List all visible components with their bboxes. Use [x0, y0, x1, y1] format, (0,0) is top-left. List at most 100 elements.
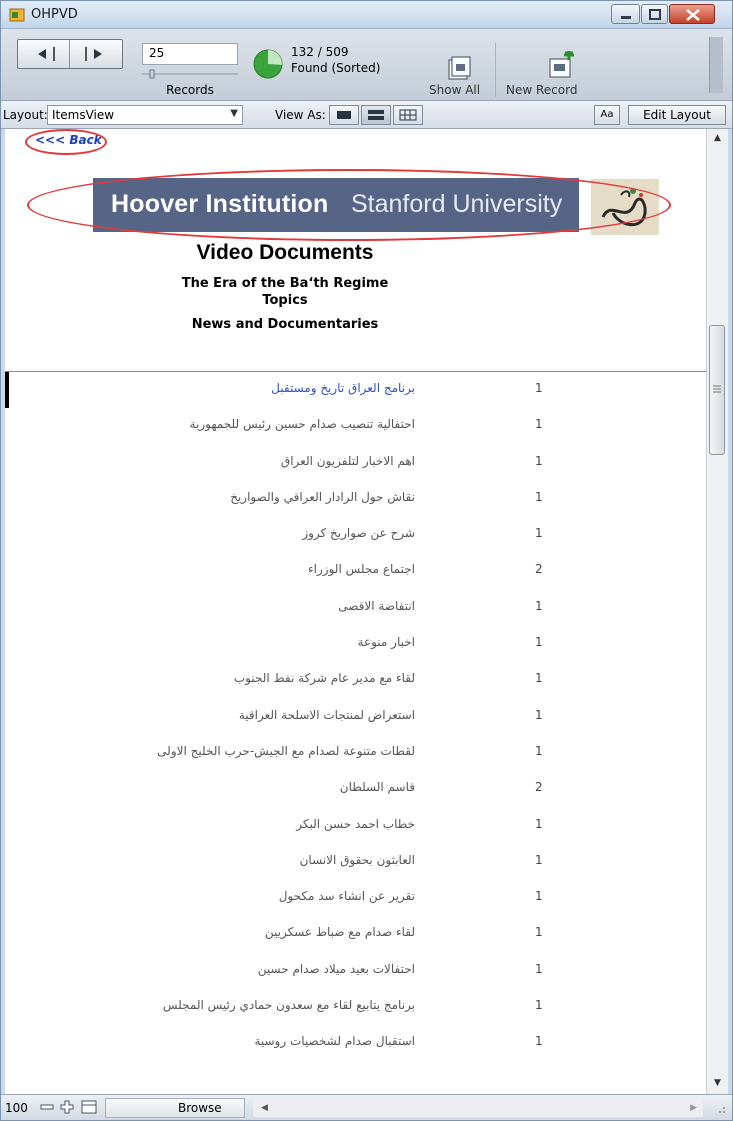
- item-title[interactable]: خطاب احمد حسن البكر: [65, 817, 415, 831]
- close-button[interactable]: [669, 4, 715, 24]
- scroll-thumb[interactable]: [709, 325, 725, 455]
- record-slider[interactable]: [142, 69, 238, 79]
- list-item[interactable]: شرح عن صواريخ كروز 1: [5, 517, 706, 553]
- list-item[interactable]: انتفاضة الاقصى 1: [5, 590, 706, 626]
- item-title[interactable]: اخبار منوعة: [65, 635, 415, 649]
- item-count: 1: [535, 671, 543, 686]
- list-item[interactable]: لقاء صدام مع ضباط عسكريين 1: [5, 916, 706, 952]
- list-item[interactable]: اخبار منوعة 1: [5, 626, 706, 662]
- item-title[interactable]: اهم الاخبار لتلفزيون العراق: [65, 454, 415, 468]
- active-record-marker: [5, 880, 9, 916]
- horizontal-scrollbar[interactable]: ◀ ▶: [253, 1099, 703, 1117]
- new-record-icon[interactable]: [547, 51, 575, 79]
- list-item[interactable]: العابثون بحقوق الانسان 1: [5, 844, 706, 880]
- list-item[interactable]: احتفالات بعيد ميلاد صدام حسين 1: [5, 953, 706, 989]
- item-title[interactable]: لقطات متنوعة لصدام مع الجيش-حرب الخليج ا…: [65, 744, 415, 758]
- minimize-button[interactable]: [611, 4, 640, 24]
- list-item[interactable]: لقاء مع مدير عام شركة نفط الجنوب 1: [5, 662, 706, 698]
- table-view-button[interactable]: [393, 105, 423, 125]
- resize-grip-icon[interactable]: [713, 1101, 727, 1115]
- item-title[interactable]: شرح عن صواريخ كروز: [65, 526, 415, 540]
- active-record-marker: [5, 844, 9, 880]
- scroll-down-icon[interactable]: ▼: [707, 1074, 728, 1092]
- topics-label: Topics: [262, 293, 308, 308]
- prev-record-button[interactable]: [18, 40, 70, 68]
- item-title[interactable]: برنامج العراق تاريخ ومستقبل: [65, 381, 415, 395]
- toolbar-customize-grip[interactable]: [709, 37, 723, 93]
- list-item[interactable]: استقبال صدام لشخصيات روسية 1: [5, 1025, 706, 1061]
- active-record-marker: [5, 989, 9, 1025]
- item-count: 1: [535, 743, 543, 758]
- new-record-button[interactable]: New Record: [506, 83, 577, 97]
- active-record-marker: [5, 808, 9, 844]
- table-view-icon: [399, 109, 417, 121]
- edit-layout-button[interactable]: Edit Layout: [628, 105, 726, 125]
- form-view-button[interactable]: [329, 105, 359, 125]
- app-window: OHPVD 25 Records 132 / 509 Found (Sorted…: [0, 0, 733, 1121]
- list-item[interactable]: اهم الاخبار لتلفزيون العراق 1: [5, 445, 706, 481]
- page-title: Video Documents: [196, 241, 374, 264]
- page-subtitle: The Era of the Ba‘th Regime: [181, 276, 389, 291]
- item-title[interactable]: اجتماع مجلس الوزراء: [65, 562, 415, 576]
- scroll-up-icon[interactable]: ▲: [707, 129, 728, 147]
- status-toolbar: 25 Records 132 / 509 Found (Sorted) Show…: [1, 29, 732, 101]
- list-item[interactable]: احتفالية تنصيب صدام حسين رئيس للجمهورية 1: [5, 408, 706, 444]
- item-count: 1: [535, 925, 543, 940]
- list-item[interactable]: برنامج العراق تاريخ ومستقبل 1: [5, 372, 706, 409]
- scroll-left-icon[interactable]: ◀: [261, 1099, 268, 1117]
- item-title[interactable]: استعراض لمنتجات الاسلحة العراقية: [65, 708, 415, 722]
- item-count: 1: [535, 816, 543, 831]
- next-record-button[interactable]: [70, 40, 122, 68]
- list-item[interactable]: برنامج يتابيع لقاء مع سعدون حمادي رئيس ا…: [5, 989, 706, 1025]
- category-label: News and Documentaries: [191, 317, 379, 332]
- list-item[interactable]: خطاب احمد حسن البكر 1: [5, 808, 706, 844]
- item-title[interactable]: لقاء صدام مع ضباط عسكريين: [65, 925, 415, 939]
- chevron-down-icon: ▼: [230, 108, 238, 119]
- text-format-button[interactable]: Aa: [594, 105, 620, 125]
- item-title[interactable]: برنامج يتابيع لقاء مع سعدون حمادي رئيس ا…: [65, 998, 415, 1012]
- mode-label: Browse: [178, 1101, 222, 1115]
- vertical-scrollbar[interactable]: ▲ ▼: [706, 129, 728, 1094]
- item-count: 1: [535, 707, 543, 722]
- item-title[interactable]: تقرير عن انشاء سد مكحول: [65, 889, 415, 903]
- list-item[interactable]: تقرير عن انشاء سد مكحول 1: [5, 880, 706, 916]
- item-count: 1: [535, 381, 543, 395]
- layout-select[interactable]: ItemsView ▼: [47, 105, 243, 125]
- item-title[interactable]: احتفالية تنصيب صدام حسين رئيس للجمهورية: [65, 417, 415, 431]
- active-record-marker: [5, 445, 9, 481]
- item-count: 1: [535, 453, 543, 468]
- item-title[interactable]: استقبال صدام لشخصيات روسية: [65, 1034, 415, 1048]
- active-record-marker: [5, 699, 9, 735]
- active-record-marker: [5, 735, 9, 771]
- zoom-out-icon[interactable]: [39, 1099, 55, 1115]
- item-title[interactable]: قاسم السلطان: [65, 780, 415, 794]
- list-item[interactable]: نقاش حول الرادار العراقي والصواريخ 1: [5, 481, 706, 517]
- list-item[interactable]: اجتماع مجلس الوزراء 2: [5, 553, 706, 589]
- show-all-icon[interactable]: [447, 55, 471, 81]
- record-content: <<< Back Hoover Institution Stanford Uni…: [5, 129, 706, 1094]
- mode-pop-up[interactable]: Browse: [105, 1098, 245, 1118]
- scroll-right-icon[interactable]: ▶: [690, 1099, 697, 1117]
- maximize-button[interactable]: [641, 4, 668, 24]
- list-view-button[interactable]: [361, 105, 391, 125]
- list-item[interactable]: استعراض لمنتجات الاسلحة العراقية 1: [5, 699, 706, 735]
- item-count: 1: [535, 889, 543, 904]
- item-title[interactable]: انتفاضة الاقصى: [65, 599, 415, 613]
- item-title[interactable]: نقاش حول الرادار العراقي والصواريخ: [65, 490, 415, 504]
- zoom-in-icon[interactable]: [59, 1099, 75, 1115]
- list-item[interactable]: لقطات متنوعة لصدام مع الجيش-حرب الخليج ا…: [5, 735, 706, 771]
- current-record-field[interactable]: 25: [142, 43, 238, 65]
- item-count: 1: [535, 852, 543, 867]
- item-count: 1: [535, 998, 543, 1013]
- zoom-level[interactable]: 100: [5, 1101, 28, 1115]
- list-item[interactable]: قاسم السلطان 2: [5, 771, 706, 807]
- item-count: 1: [535, 526, 543, 541]
- found-status: Found (Sorted): [291, 61, 381, 75]
- item-title[interactable]: لقاء مع مدير عام شركة نفط الجنوب: [65, 671, 415, 685]
- item-title[interactable]: العابثون بحقوق الانسان: [65, 853, 415, 867]
- show-all-button[interactable]: Show All: [429, 83, 480, 97]
- toolbar-toggle-icon[interactable]: [81, 1099, 97, 1115]
- list-view-icon: [368, 110, 384, 120]
- item-title[interactable]: احتفالات بعيد ميلاد صدام حسين: [65, 962, 415, 976]
- title-bar: OHPVD: [1, 1, 732, 29]
